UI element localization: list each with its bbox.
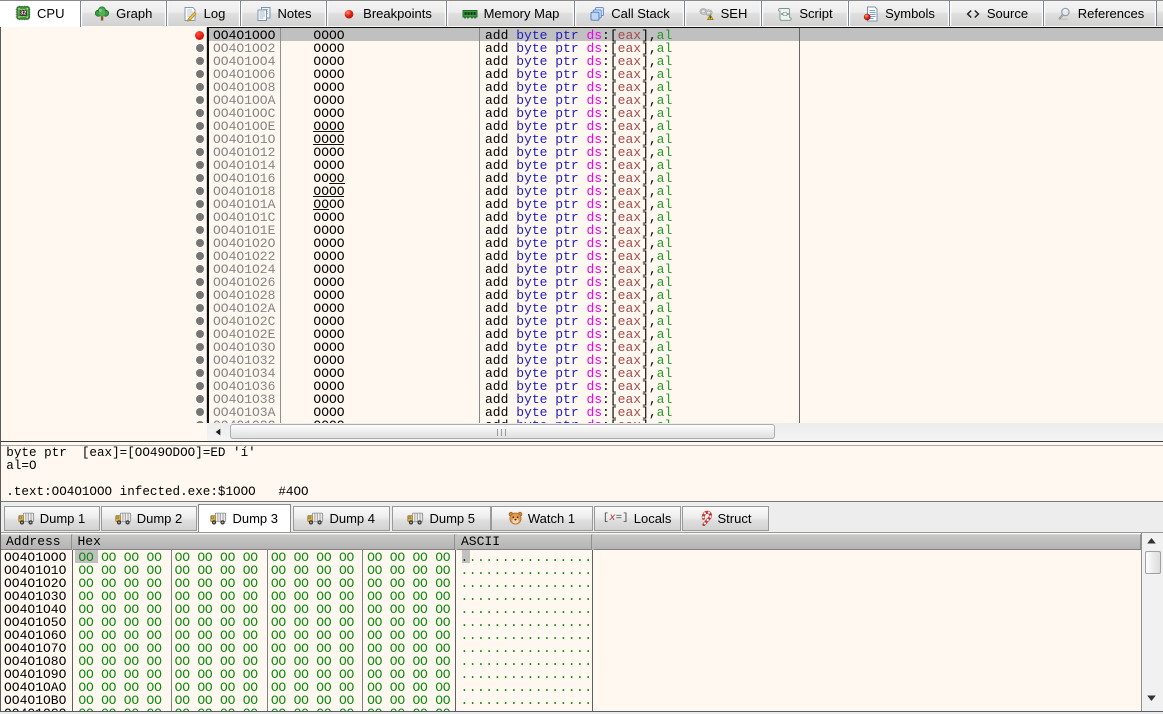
- svg-text:32: 32: [20, 11, 26, 17]
- svg-text:<>: <>: [781, 11, 789, 19]
